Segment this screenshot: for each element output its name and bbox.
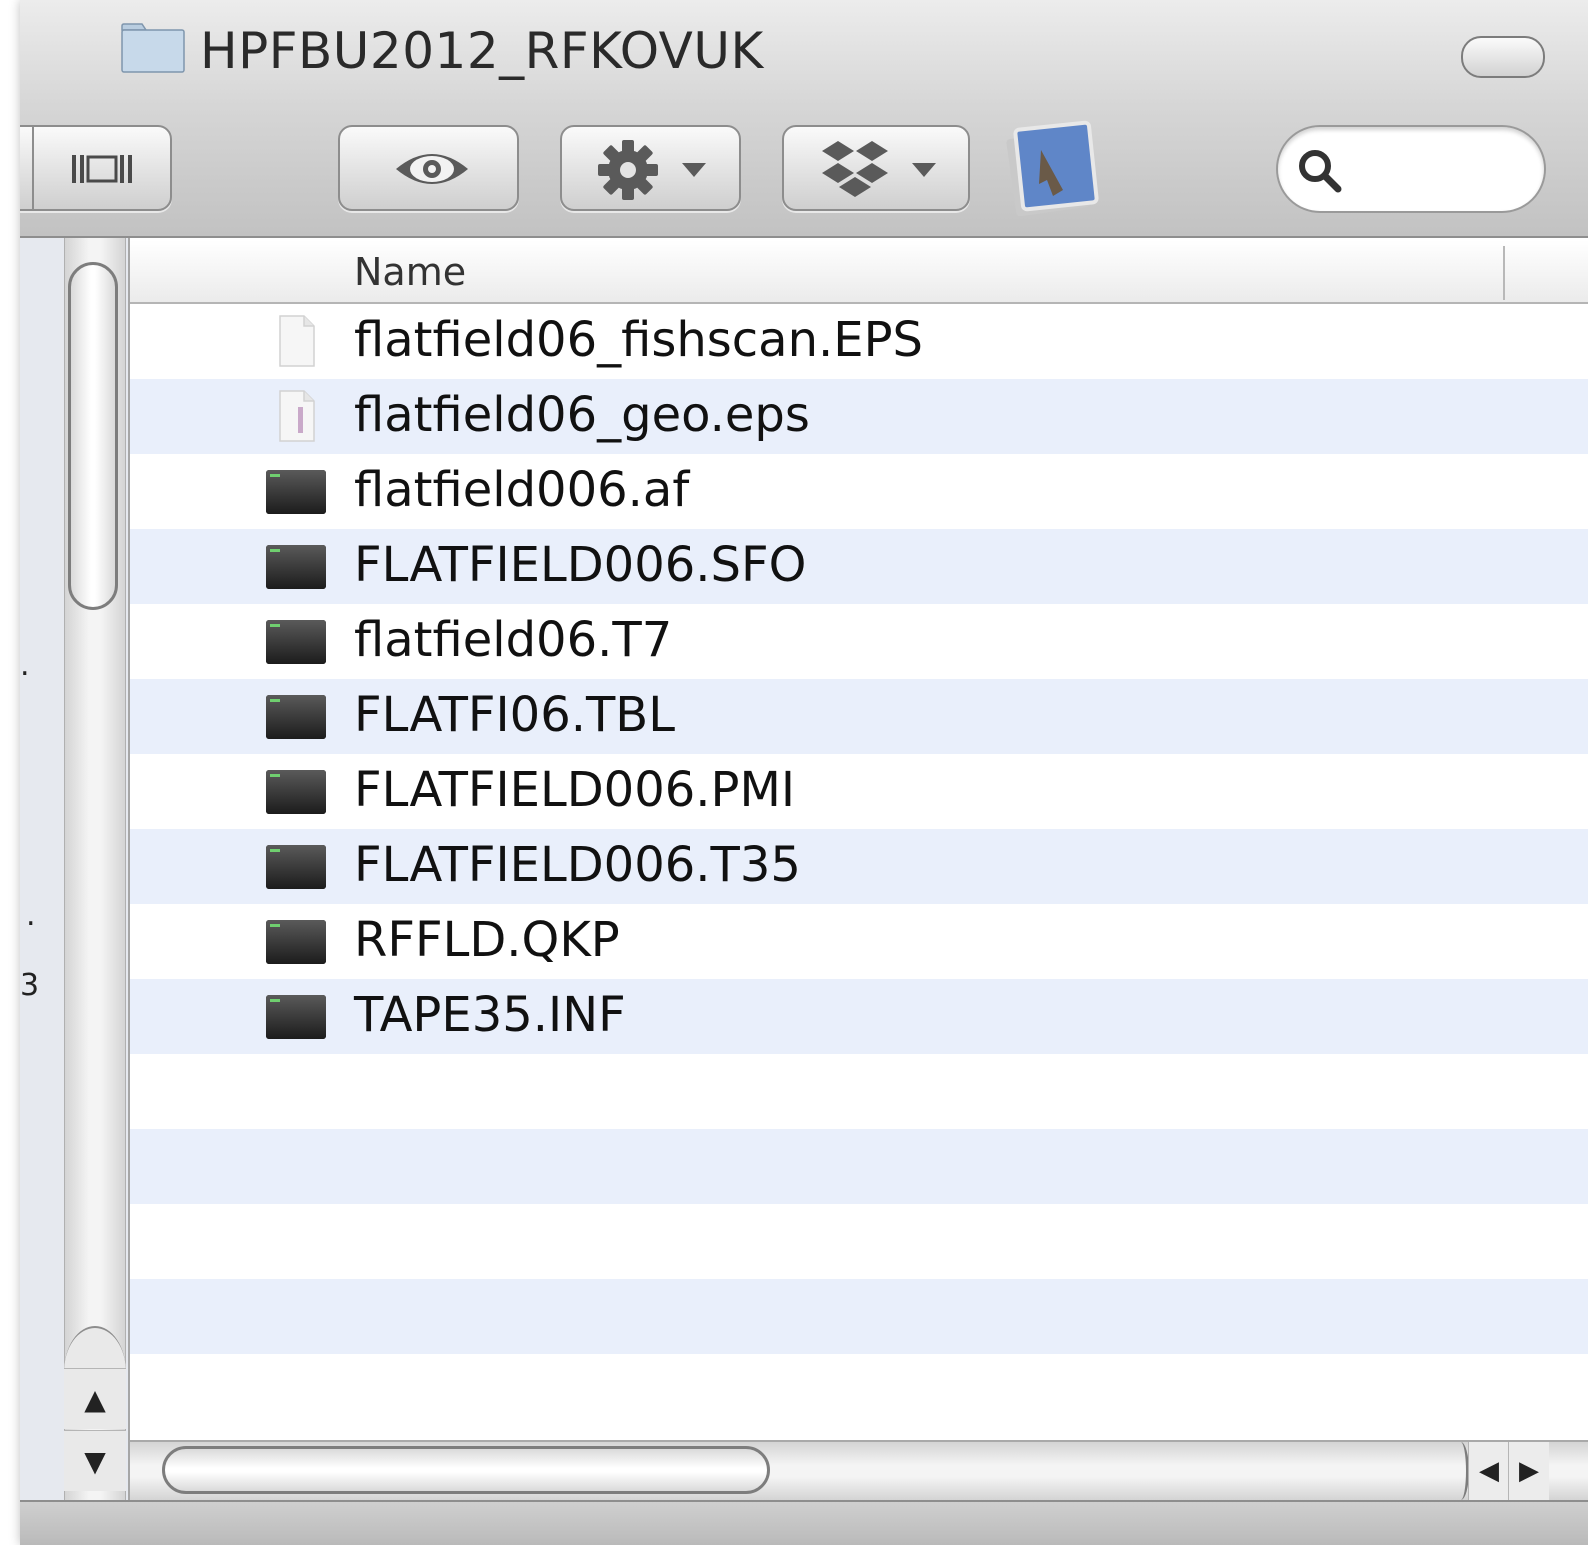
file-row[interactable]: FLATFIELD006.PMI bbox=[130, 754, 1588, 829]
search-icon bbox=[1299, 150, 1342, 193]
scroll-up-button[interactable]: ▲ bbox=[64, 1368, 126, 1429]
horizontal-scroll-track-end bbox=[1436, 1442, 1469, 1500]
arrow-left-icon: ◀ bbox=[1479, 1456, 1499, 1486]
empty-row bbox=[130, 1354, 1588, 1429]
file-list: flatfield06_fishscan.EPS flatfield06_geo.… bbox=[130, 304, 1588, 1429]
action-menu-button[interactable] bbox=[560, 125, 741, 211]
sidebar-fragment: . bbox=[20, 648, 30, 683]
empty-row bbox=[130, 1054, 1588, 1129]
eps-document-icon bbox=[264, 389, 328, 443]
column-header-name[interactable]: Name bbox=[354, 250, 466, 294]
eye-icon bbox=[396, 154, 468, 184]
sidebar-fragment: 3 bbox=[20, 968, 40, 1003]
toolbar-toggle-button[interactable] bbox=[1461, 36, 1545, 78]
file-row[interactable]: TAPE35.INF bbox=[130, 979, 1588, 1054]
file-row[interactable]: FLATFIELD006.SFO bbox=[130, 529, 1588, 604]
document-blank-icon bbox=[264, 314, 328, 368]
arrow-down-icon: ▼ bbox=[84, 1444, 106, 1478]
segment-divider bbox=[32, 127, 34, 209]
folder-icon bbox=[121, 23, 185, 73]
terminal-exec-icon bbox=[264, 989, 328, 1043]
list-header: Name bbox=[130, 240, 1588, 304]
column-divider[interactable] bbox=[1503, 246, 1505, 300]
window-title: HPFBU2012_RFKOVUK bbox=[200, 22, 764, 80]
empty-row bbox=[130, 1129, 1588, 1204]
scroll-left-button[interactable]: ◀ bbox=[1468, 1442, 1509, 1500]
dropbox-icon bbox=[822, 141, 888, 197]
file-name: FLATFI06.TBL bbox=[354, 687, 675, 743]
terminal-exec-icon bbox=[264, 839, 328, 893]
file-name: flatfield006.af bbox=[354, 462, 690, 518]
file-name: flatfield06.T7 bbox=[354, 612, 673, 668]
file-row[interactable]: flatfield06_geo.eps bbox=[130, 379, 1588, 454]
file-name: flatfield06_geo.eps bbox=[354, 387, 810, 443]
file-name: FLATFIELD006.PMI bbox=[354, 762, 796, 818]
gear-icon bbox=[598, 140, 658, 200]
preview-app-icon[interactable] bbox=[1005, 120, 1101, 216]
file-row[interactable]: flatfield06_fishscan.EPS bbox=[130, 304, 1588, 379]
empty-row bbox=[130, 1204, 1588, 1279]
dropbox-menu-button[interactable] bbox=[782, 125, 970, 211]
finder-window: HPFBU2012_RFKOVUK . . 3 ▲ ▼ Name flatfie… bbox=[20, 0, 1588, 1545]
scroll-down-button[interactable]: ▼ bbox=[64, 1430, 126, 1491]
terminal-exec-icon bbox=[264, 539, 328, 593]
file-name: FLATFIELD006.T35 bbox=[354, 837, 801, 893]
file-row[interactable]: FLATFIELD006.T35 bbox=[130, 829, 1588, 904]
file-row[interactable]: RFFLD.QKP bbox=[130, 904, 1588, 979]
file-row[interactable]: flatfield006.af bbox=[130, 454, 1588, 529]
terminal-exec-icon bbox=[264, 614, 328, 668]
status-bar bbox=[20, 1500, 1588, 1545]
terminal-exec-icon bbox=[264, 764, 328, 818]
file-name: TAPE35.INF bbox=[354, 987, 626, 1043]
search-field[interactable] bbox=[1276, 125, 1546, 213]
empty-row bbox=[130, 1279, 1588, 1354]
file-row[interactable]: flatfield06.T7 bbox=[130, 604, 1588, 679]
chevron-down-icon bbox=[912, 163, 936, 177]
chevron-down-icon bbox=[682, 163, 706, 177]
terminal-exec-icon bbox=[264, 914, 328, 968]
terminal-exec-icon bbox=[264, 464, 328, 518]
horizontal-scroll-thumb[interactable] bbox=[162, 1446, 770, 1494]
horizontal-scrollbar[interactable]: ◀ ▶ bbox=[130, 1440, 1588, 1500]
vertical-scroll-thumb[interactable] bbox=[68, 262, 118, 610]
file-row[interactable]: FLATFI06.TBL bbox=[130, 679, 1588, 754]
file-name: FLATFIELD006.SFO bbox=[354, 537, 807, 593]
sidebar-fragment: . bbox=[26, 898, 36, 933]
coverflow-view-icon[interactable] bbox=[70, 151, 134, 187]
view-mode-segmented-control[interactable] bbox=[20, 125, 172, 211]
terminal-exec-icon bbox=[264, 689, 328, 743]
arrow-up-icon: ▲ bbox=[84, 1382, 106, 1416]
search-input[interactable] bbox=[1358, 141, 1532, 199]
arrow-right-icon: ▶ bbox=[1519, 1456, 1539, 1486]
scroll-right-button[interactable]: ▶ bbox=[1508, 1442, 1549, 1500]
file-name: flatfield06_fishscan.EPS bbox=[354, 312, 924, 368]
file-name: RFFLD.QKP bbox=[354, 912, 620, 968]
quick-look-button[interactable] bbox=[338, 125, 519, 211]
title-bar: HPFBU2012_RFKOVUK bbox=[20, 0, 1588, 238]
